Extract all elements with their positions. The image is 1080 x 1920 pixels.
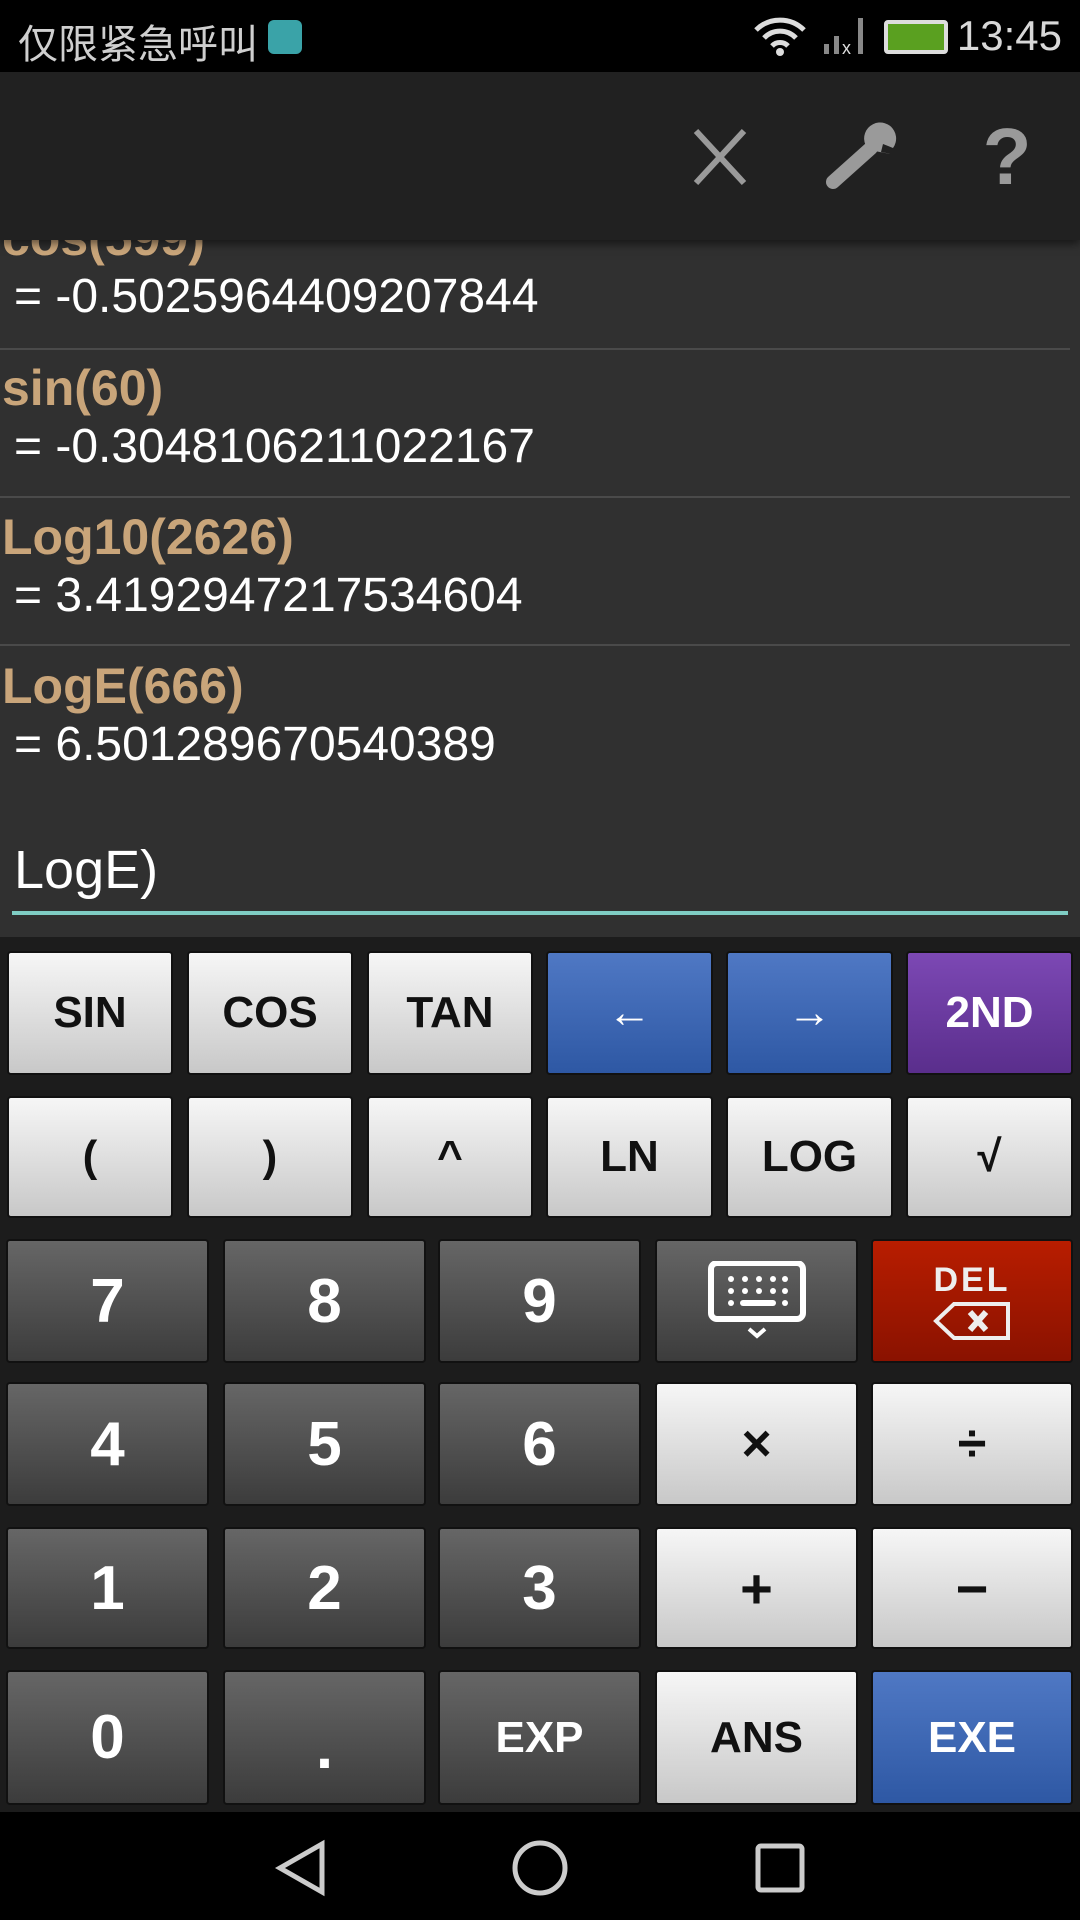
clock: 13:45 bbox=[956, 12, 1062, 59]
history-result: = -0.3048106211022167 bbox=[14, 420, 535, 473]
history-entry[interactable]: cos(599)= -0.5025964409207844 bbox=[0, 240, 1080, 326]
history-expression: Log10(2626) bbox=[2, 509, 294, 565]
history-expression: sin(60) bbox=[2, 360, 164, 416]
key-0[interactable]: 0 bbox=[6, 1670, 209, 1805]
key-9[interactable]: 9 bbox=[438, 1239, 641, 1363]
history-result: = 6.501289670540389 bbox=[14, 718, 496, 771]
back-button[interactable] bbox=[272, 1838, 328, 1903]
history-entry[interactable]: sin(60) = -0.3048106211022167 bbox=[0, 358, 1080, 476]
key-divide[interactable]: ÷ bbox=[871, 1382, 1073, 1506]
key-execute[interactable]: EXE bbox=[871, 1670, 1073, 1805]
clear-icon bbox=[693, 128, 747, 186]
home-button[interactable] bbox=[510, 1838, 570, 1903]
history-result: = -0.5025964409207844 bbox=[14, 270, 539, 323]
carrier-text: 仅限紧急呼叫 bbox=[18, 22, 258, 68]
history-result: = 3.4192947217534604 bbox=[14, 569, 523, 622]
key-2nd[interactable]: 2ND bbox=[906, 951, 1073, 1075]
key-plus[interactable]: + bbox=[655, 1527, 858, 1649]
key-ln[interactable]: LN bbox=[546, 1096, 713, 1218]
backspace-icon bbox=[933, 1301, 1010, 1340]
key-power[interactable]: ^ bbox=[367, 1096, 533, 1218]
key-7[interactable]: 7 bbox=[6, 1239, 209, 1363]
settings-wrench-icon bbox=[826, 122, 897, 189]
divider bbox=[0, 644, 1070, 646]
history-expression: cos(599) bbox=[0, 240, 1080, 268]
key-delete[interactable]: DEL bbox=[871, 1239, 1073, 1363]
key-tan[interactable]: TAN bbox=[367, 951, 533, 1075]
recents-icon bbox=[755, 1843, 805, 1893]
toolbar: ? bbox=[0, 72, 1080, 240]
key-cursor-right[interactable]: → bbox=[726, 951, 893, 1075]
key-log[interactable]: LOG bbox=[726, 1096, 893, 1218]
key-minus[interactable]: − bbox=[871, 1527, 1073, 1649]
history-entry[interactable]: LogE(666) = 6.501289670540389 bbox=[0, 656, 1080, 774]
key-ans[interactable]: ANS bbox=[655, 1670, 858, 1805]
key-exp[interactable]: EXP bbox=[438, 1670, 641, 1805]
help-icon: ? bbox=[982, 112, 1032, 201]
key-5[interactable]: 5 bbox=[223, 1382, 426, 1506]
key-2[interactable]: 2 bbox=[223, 1527, 426, 1649]
settings-button[interactable] bbox=[820, 112, 910, 202]
divider bbox=[0, 496, 1070, 498]
key-4[interactable]: 4 bbox=[6, 1382, 209, 1506]
battery-charging-icon bbox=[884, 20, 948, 54]
key-8[interactable]: 8 bbox=[223, 1239, 426, 1363]
key-sqrt[interactable]: √ bbox=[906, 1096, 1073, 1218]
key-6[interactable]: 6 bbox=[438, 1382, 641, 1506]
android-debug-icon bbox=[268, 20, 302, 54]
svg-text:x: x bbox=[842, 38, 851, 56]
key-3[interactable]: 3 bbox=[438, 1527, 641, 1649]
key-1[interactable]: 1 bbox=[6, 1527, 209, 1649]
divider bbox=[0, 348, 1070, 350]
key-sin[interactable]: SIN bbox=[7, 951, 173, 1075]
history-expression: LogE(666) bbox=[2, 658, 244, 714]
keyboard-toggle-button[interactable] bbox=[655, 1239, 858, 1363]
back-icon bbox=[274, 1839, 325, 1897]
key-cursor-left[interactable]: ← bbox=[546, 951, 713, 1075]
help-button[interactable]: ? bbox=[962, 112, 1052, 202]
keypad: SIN COS TAN ← → 2ND ( ) ^ LN LOG √ 7 8 9… bbox=[0, 937, 1080, 1812]
key-multiply[interactable]: × bbox=[655, 1382, 858, 1506]
signal-no-sim-icon: x bbox=[824, 18, 863, 56]
home-icon bbox=[512, 1840, 568, 1896]
key-open-paren[interactable]: ( bbox=[7, 1096, 173, 1218]
expression-input[interactable]: LogE) bbox=[12, 835, 1068, 915]
history-entry[interactable]: Log10(2626) = 3.4192947217534604 bbox=[0, 507, 1080, 625]
history-list: cos(599)= -0.5025964409207844 sin(60)= -… bbox=[0, 240, 1080, 937]
clear-button[interactable] bbox=[675, 112, 765, 202]
keyboard-icon bbox=[707, 1261, 806, 1339]
navigation-bar bbox=[0, 1812, 1080, 1920]
key-decimal[interactable]: . bbox=[223, 1670, 426, 1805]
wifi-icon bbox=[754, 17, 806, 56]
key-close-paren[interactable]: ) bbox=[187, 1096, 353, 1218]
key-cos[interactable]: COS bbox=[187, 951, 353, 1075]
delete-label: DEL bbox=[933, 1260, 1011, 1299]
status-bar: 仅限紧急呼叫 x 13:45 bbox=[0, 0, 1080, 72]
recents-button[interactable] bbox=[752, 1838, 808, 1903]
